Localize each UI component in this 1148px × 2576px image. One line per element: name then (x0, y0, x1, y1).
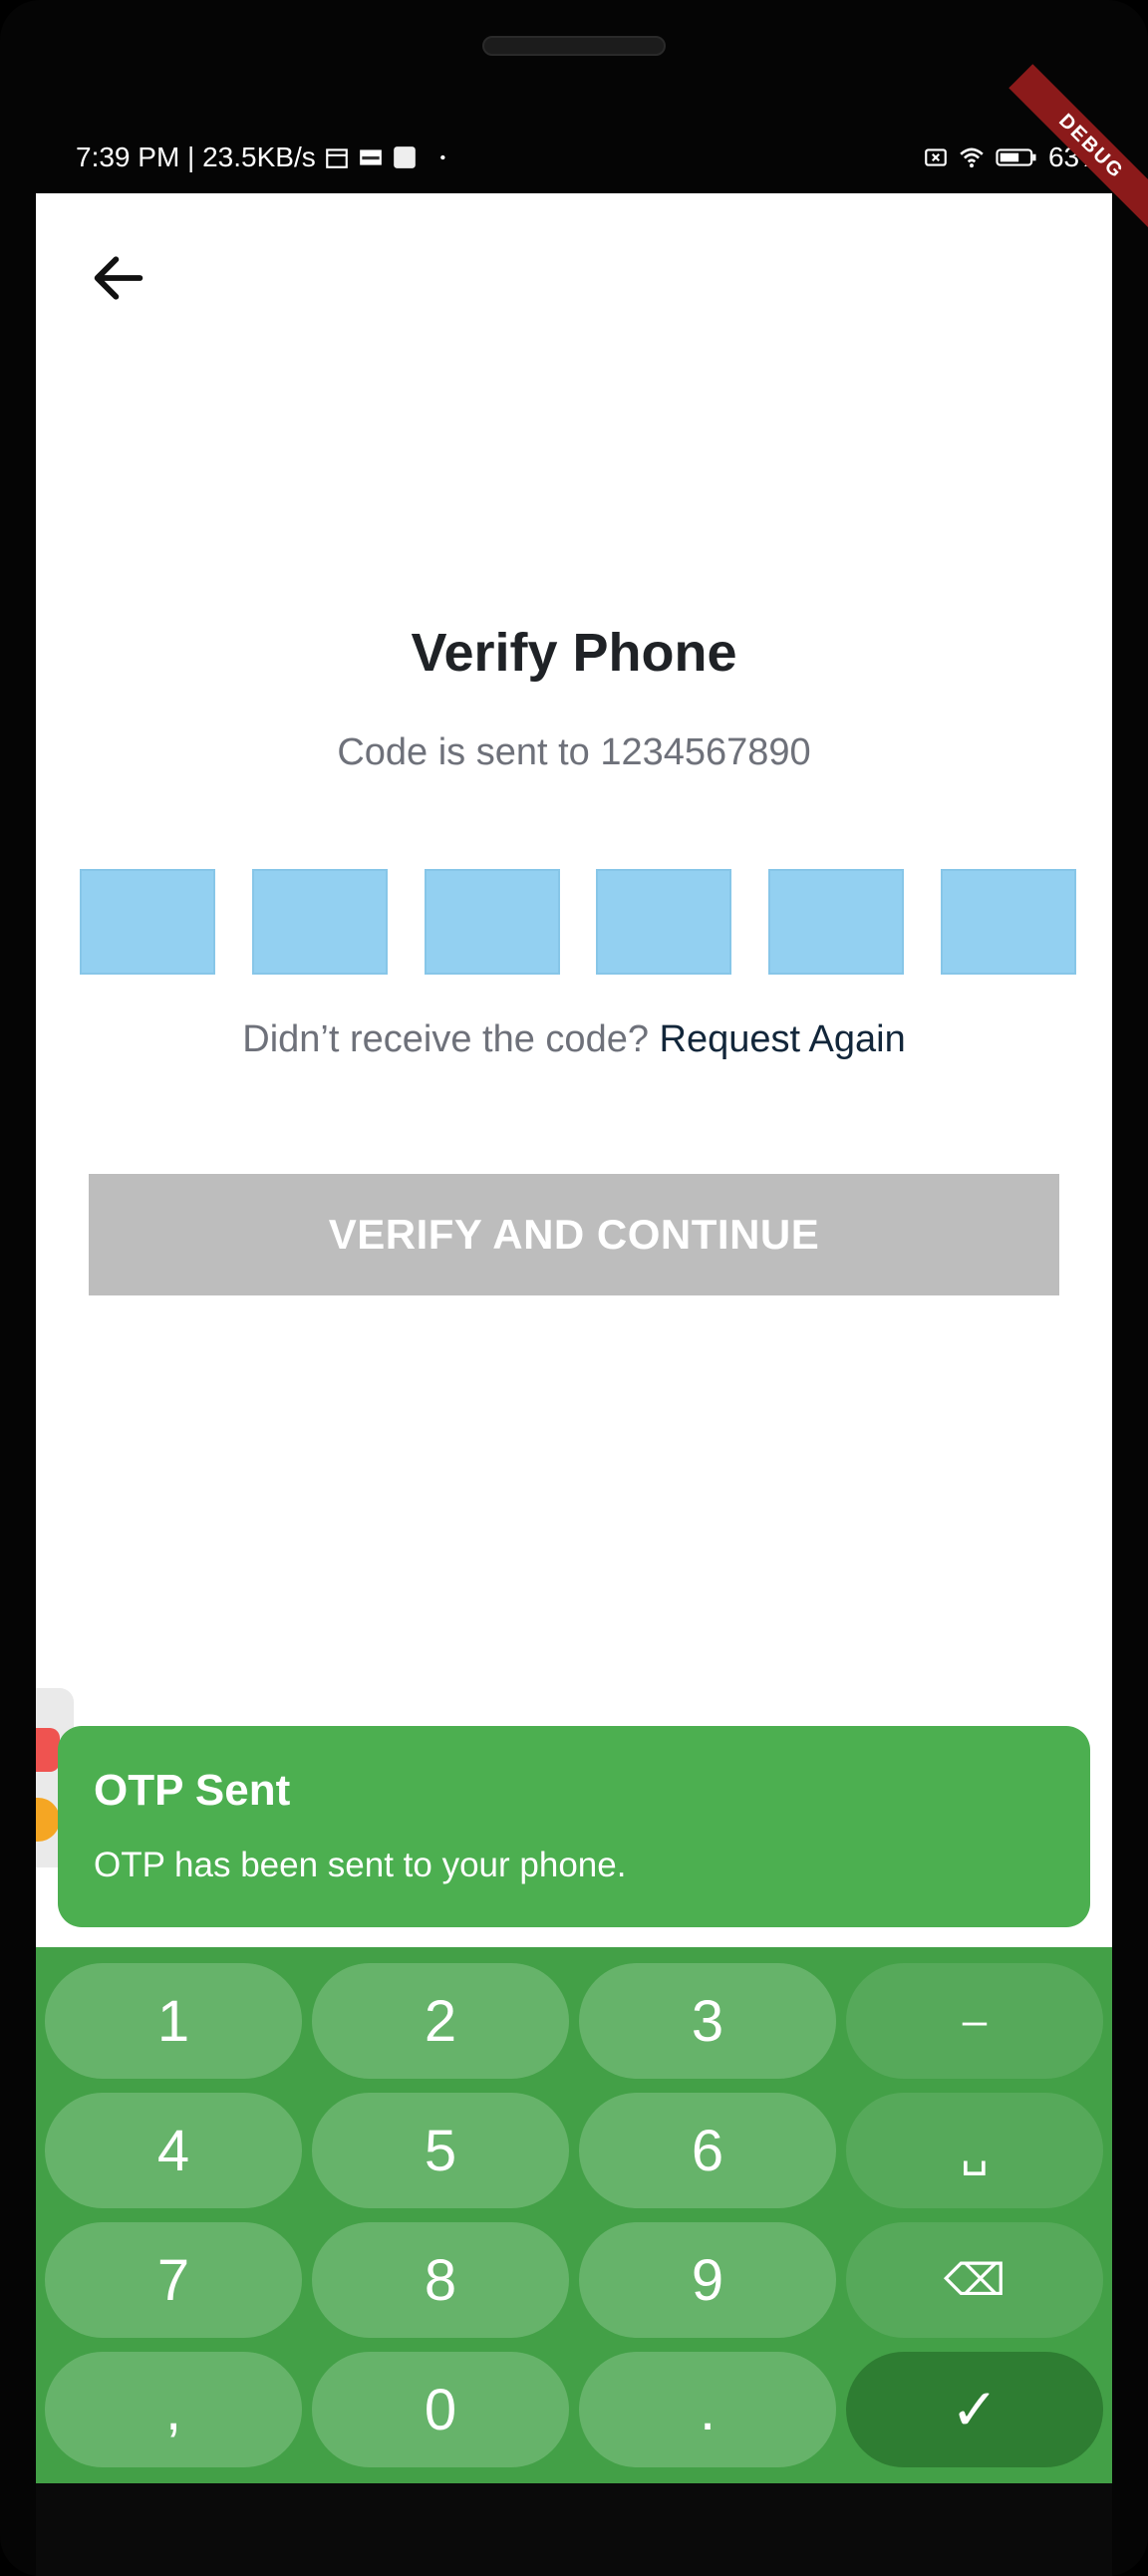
verify-screen: Verify Phone Code is sent to 1234567890 … (36, 193, 1112, 2483)
status-bar: 7:39 PM | 23.5KB/s 63% (36, 128, 1112, 193)
key-backspace[interactable]: ⌫ (846, 2222, 1103, 2338)
sim-off-icon (925, 148, 947, 166)
key-0[interactable]: 0 (312, 2352, 569, 2467)
speaker-grille (482, 36, 666, 56)
wifi-icon (960, 147, 984, 168)
numeric-keyboard: 1 2 3 – 4 5 6 ␣ 7 8 9 ⌫ , 0 . ✓ (36, 1947, 1112, 2483)
page-title: Verify Phone (411, 623, 737, 683)
calendar-icon (325, 148, 348, 168)
otp-sent-toast: OTP Sent OTP has been sent to your phone… (58, 1726, 1090, 1927)
key-comma[interactable]: , (45, 2352, 302, 2467)
key-dash[interactable]: – (846, 1963, 1103, 2079)
status-time: 7:39 PM | 23.5KB/s (76, 142, 316, 172)
key-1[interactable]: 1 (45, 1963, 302, 2079)
key-3[interactable]: 3 (579, 1963, 836, 2079)
resend-prompt: Didn’t receive the code? (242, 1018, 649, 1060)
square-icon (393, 146, 416, 168)
toast-title: OTP Sent (94, 1766, 291, 1815)
device-bottom-bezel (36, 2483, 1112, 2576)
key-period[interactable]: . (579, 2352, 836, 2467)
otp-digit-4[interactable] (596, 869, 732, 975)
dot-icon (439, 154, 445, 160)
key-4[interactable]: 4 (45, 2093, 302, 2208)
status-left: 7:39 PM | 23.5KB/s (76, 142, 451, 173)
floating-app-icon[interactable] (36, 1798, 60, 1842)
otp-digit-1[interactable] (80, 869, 215, 975)
key-9[interactable]: 9 (579, 2222, 836, 2338)
key-done[interactable]: ✓ (846, 2352, 1103, 2467)
arrow-left-icon (94, 256, 144, 300)
otp-digit-6[interactable] (940, 869, 1076, 975)
otp-digit-2[interactable] (251, 869, 388, 975)
resend-row: Didn’t receive the code? Request Again (36, 1018, 1112, 1061)
key-6[interactable]: 6 (579, 2093, 836, 2208)
key-7[interactable]: 7 (45, 2222, 302, 2338)
floating-app-icon[interactable] (36, 1728, 60, 1772)
battery-icon (996, 148, 1036, 166)
key-5[interactable]: 5 (312, 2093, 569, 2208)
toast-message: OTP has been sent to your phone. (94, 1846, 627, 1884)
key-8[interactable]: 8 (312, 2222, 569, 2338)
code-sent-text: Code is sent to 1234567890 (337, 731, 811, 773)
otp-input-row (80, 869, 1076, 975)
back-button[interactable] (84, 243, 153, 313)
request-again-link[interactable]: Request Again (660, 1018, 906, 1060)
device-frame: 7:39 PM | 23.5KB/s 63% DEBUG Verify Phon… (0, 0, 1148, 2576)
key-space[interactable]: ␣ (846, 2093, 1103, 2208)
otp-digit-5[interactable] (768, 869, 905, 975)
otp-digit-3[interactable] (424, 869, 560, 975)
key-2[interactable]: 2 (312, 1963, 569, 2079)
verify-continue-button[interactable]: VERIFY AND CONTINUE (89, 1174, 1059, 1295)
app-icon (359, 149, 382, 165)
